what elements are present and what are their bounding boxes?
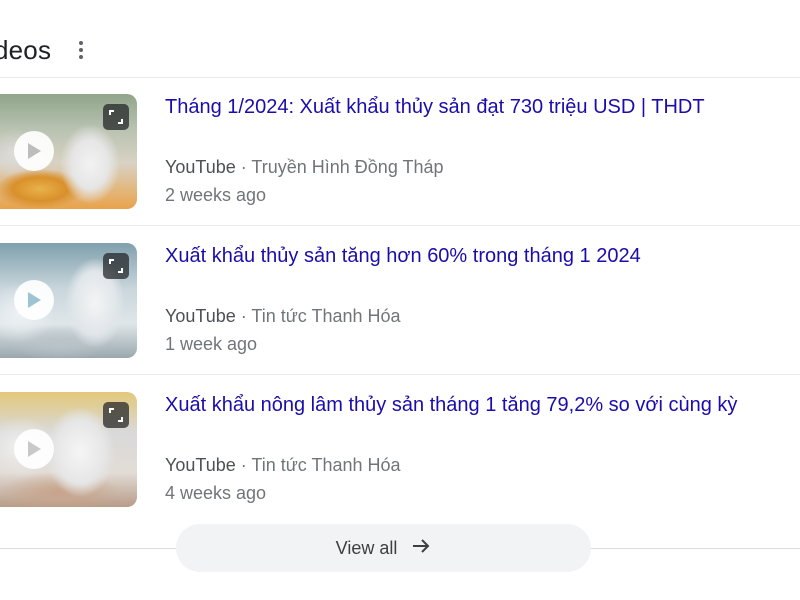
video-source: YouTube · Tin tức Thanh Hóa	[165, 306, 401, 327]
video-date: 1 week ago	[165, 334, 258, 354]
more-vert-icon-dot	[79, 41, 84, 45]
source-separator: ·	[240, 157, 252, 177]
view-all-label: View all	[335, 537, 398, 558]
expand-icon[interactable]	[103, 253, 129, 279]
video-platform: YouTube	[165, 455, 236, 475]
source-separator: ·	[240, 455, 252, 475]
play-icon[interactable]	[14, 429, 54, 469]
video-thumbnail[interactable]	[0, 94, 137, 209]
play-icon[interactable]	[14, 280, 54, 320]
video-source: YouTube · Truyền Hình Đồng Tháp	[165, 157, 444, 178]
video-thumbnail[interactable]	[0, 392, 137, 507]
expand-icon[interactable]	[103, 104, 129, 130]
video-platform: YouTube	[165, 157, 236, 177]
video-platform: YouTube	[165, 306, 236, 326]
section-header: ideos	[0, 30, 89, 70]
play-icon[interactable]	[14, 131, 54, 171]
video-source: YouTube · Tin tức Thanh Hóa	[165, 455, 401, 476]
arrow-right-icon	[411, 536, 431, 561]
video-date: 4 weeks ago	[165, 483, 267, 503]
divider	[0, 225, 800, 226]
video-result[interactable]: Xuất khẩu thủy sản tăng hơn 60% trong th…	[0, 243, 800, 373]
more-vert-icon-dot	[79, 55, 84, 59]
video-title-link[interactable]: Xuất khẩu nông lâm thủy sản tháng 1 tăng…	[165, 394, 737, 417]
source-separator: ·	[240, 306, 252, 326]
more-options-button[interactable]	[73, 35, 89, 65]
divider	[0, 374, 800, 375]
section-title: ideos	[0, 34, 52, 65]
videos-panel: ideos Tháng 1/2024: Xuất khẩu thủy sản đ…	[0, 0, 800, 600]
more-vert-icon-dot	[79, 48, 84, 52]
video-result[interactable]: Xuất khẩu nông lâm thủy sản tháng 1 tăng…	[0, 392, 800, 522]
video-thumbnail[interactable]	[0, 243, 137, 358]
video-channel: Tin tức Thanh Hóa	[251, 306, 401, 326]
divider	[0, 77, 800, 78]
video-channel: Truyền Hình Đồng Tháp	[251, 157, 444, 177]
view-all-button[interactable]: View all	[176, 524, 591, 572]
video-date: 2 weeks ago	[165, 185, 267, 205]
video-result[interactable]: Tháng 1/2024: Xuất khẩu thủy sản đạt 730…	[0, 94, 800, 224]
expand-icon[interactable]	[103, 402, 129, 428]
video-title-link[interactable]: Xuất khẩu thủy sản tăng hơn 60% trong th…	[165, 245, 641, 268]
video-title-link[interactable]: Tháng 1/2024: Xuất khẩu thủy sản đạt 730…	[165, 96, 705, 119]
video-channel: Tin tức Thanh Hóa	[251, 455, 401, 475]
